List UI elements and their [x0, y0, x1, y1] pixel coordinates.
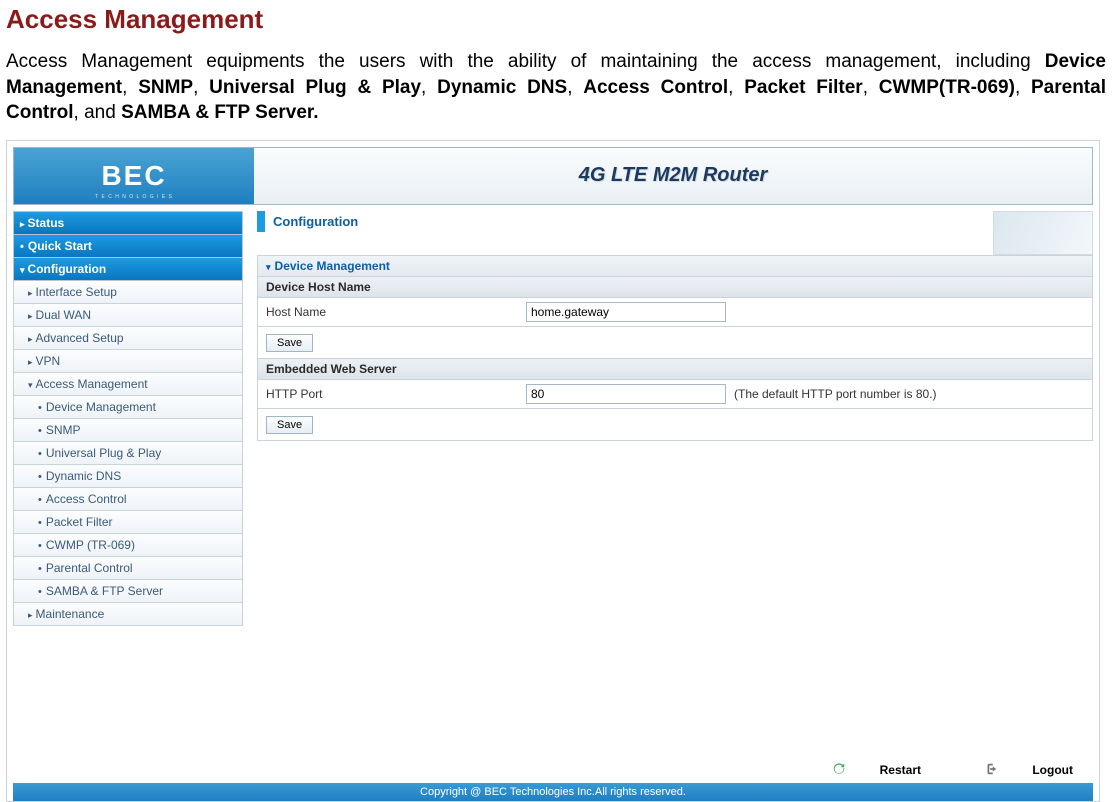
bullet-icon: [38, 423, 46, 437]
chevron-right-icon: [28, 285, 36, 299]
logout-icon: [984, 762, 998, 779]
bullet-icon: [38, 446, 46, 460]
chevron-right-icon: [28, 308, 36, 322]
sidebar-item-snmp[interactable]: SNMP: [13, 419, 243, 442]
sidebar-item-parental[interactable]: Parental Control: [13, 557, 243, 580]
sidebar-item-dual-wan[interactable]: Dual WAN: [13, 304, 243, 327]
sidebar-item-cwmp[interactable]: CWMP (TR-069): [13, 534, 243, 557]
sidebar-item-packet-filter[interactable]: Packet Filter: [13, 511, 243, 534]
restart-icon: [832, 762, 846, 779]
bullet-icon: [38, 584, 46, 598]
page-title: Access Management: [6, 4, 1106, 35]
sidebar-item-upnp[interactable]: Universal Plug & Play: [13, 442, 243, 465]
action-bar: Restart Logout: [13, 756, 1093, 783]
httpport-input[interactable]: [526, 384, 726, 404]
intro-paragraph: Access Management equipments the users w…: [6, 49, 1106, 126]
bullet-icon: [38, 492, 46, 506]
bullet-icon: [38, 561, 46, 575]
content-panel: Configuration Device Management Device H…: [243, 211, 1093, 626]
intro-b5: Access Control: [583, 77, 728, 98]
hostname-label: Host Name: [266, 305, 526, 319]
row-save-1: Save: [257, 327, 1093, 359]
chevron-right-icon: [28, 331, 36, 345]
section-device-management: Device Management: [257, 255, 1093, 277]
bullet-icon: [20, 239, 28, 253]
subsection-web-server: Embedded Web Server: [257, 359, 1093, 380]
chevron-right-icon: [20, 216, 28, 230]
intro-b2: SNMP: [138, 77, 193, 98]
content-title: Configuration: [257, 211, 987, 232]
sidebar-item-access-control[interactable]: Access Control: [13, 488, 243, 511]
httpport-hint: (The default HTTP port number is 80.): [734, 387, 937, 401]
logo-subtext: T E C H N O L O G I E S: [95, 194, 173, 200]
sidebar-item-device-management[interactable]: Device Management: [13, 396, 243, 419]
sidebar-item-maintenance[interactable]: Maintenance: [13, 603, 243, 626]
intro-b6: Packet Filter: [744, 77, 863, 98]
row-hostname: Host Name: [257, 298, 1093, 327]
banner-title: 4G LTE M2M Router: [254, 148, 1092, 204]
intro-lead: Access Management equipments the users w…: [6, 51, 1045, 72]
subsection-host-name: Device Host Name: [257, 277, 1093, 298]
sidebar: Status Quick Start Configuration Interfa…: [13, 211, 243, 626]
sidebar-item-configuration[interactable]: Configuration: [13, 258, 243, 281]
copyright-bar: Copyright @ BEC Technologies Inc.All rig…: [13, 783, 1093, 801]
save-button-2[interactable]: Save: [266, 416, 313, 434]
chevron-down-icon: [28, 377, 36, 391]
sidebar-item-access-management[interactable]: Access Management: [13, 373, 243, 396]
bullet-icon: [38, 400, 46, 414]
banner: BEC T E C H N O L O G I E S 4G LTE M2M R…: [13, 147, 1093, 205]
chevron-down-icon: [20, 262, 28, 276]
intro-b3: Universal Plug & Play: [209, 77, 421, 98]
chevron-right-icon: [28, 354, 36, 368]
intro-b7: CWMP(TR-069): [879, 77, 1015, 98]
sidebar-item-vpn[interactable]: VPN: [13, 350, 243, 373]
row-save-2: Save: [257, 409, 1093, 441]
decorative-image: [993, 211, 1093, 255]
sidebar-item-ddns[interactable]: Dynamic DNS: [13, 465, 243, 488]
chevron-right-icon: [28, 607, 36, 621]
bullet-icon: [38, 469, 46, 483]
httpport-label: HTTP Port: [266, 387, 526, 401]
router-screenshot: BEC T E C H N O L O G I E S 4G LTE M2M R…: [6, 140, 1100, 802]
row-httpport: HTTP Port (The default HTTP port number …: [257, 380, 1093, 409]
restart-link[interactable]: Restart: [802, 763, 925, 777]
bullet-icon: [38, 538, 46, 552]
sidebar-item-status[interactable]: Status: [13, 211, 243, 235]
intro-b4: Dynamic DNS: [437, 77, 567, 98]
chevron-down-icon: [266, 259, 275, 273]
hostname-input[interactable]: [526, 302, 726, 322]
intro-b9: SAMBA & FTP Server.: [121, 102, 318, 123]
sidebar-item-samba[interactable]: SAMBA & FTP Server: [13, 580, 243, 603]
sidebar-item-quickstart[interactable]: Quick Start: [13, 235, 243, 258]
sidebar-item-interface-setup[interactable]: Interface Setup: [13, 281, 243, 304]
bullet-icon: [38, 515, 46, 529]
logo-box: BEC T E C H N O L O G I E S: [14, 148, 254, 204]
logout-link[interactable]: Logout: [954, 763, 1073, 777]
sidebar-item-advanced-setup[interactable]: Advanced Setup: [13, 327, 243, 350]
save-button-1[interactable]: Save: [266, 334, 313, 352]
logo-text: BEC: [101, 160, 166, 192]
